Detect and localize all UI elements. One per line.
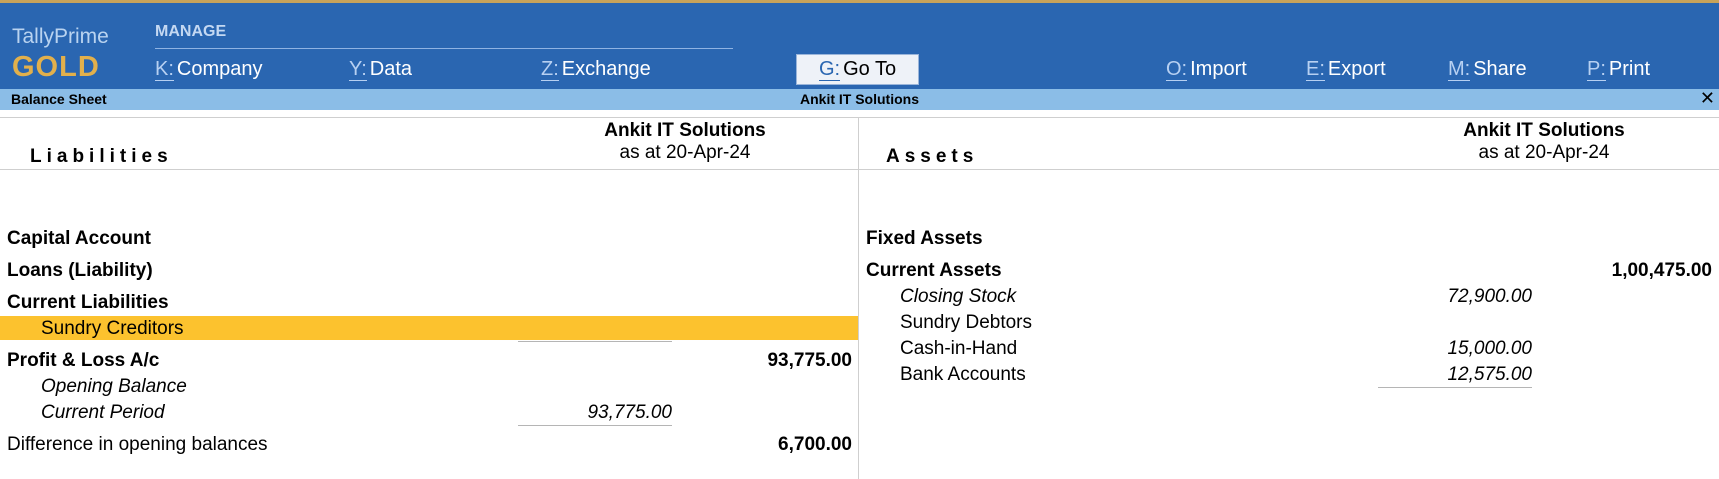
go-to-button[interactable]: G: Go To <box>796 54 919 85</box>
titlebar-company: Ankit IT Solutions <box>800 91 919 107</box>
row-capital-account[interactable]: Capital Account <box>7 228 151 250</box>
brand-tier: GOLD <box>12 51 100 83</box>
menu-company-label: Company <box>176 58 263 80</box>
menu-data[interactable]: Y: Data <box>349 58 412 81</box>
closing-stock-amount: 72,900.00 <box>1447 286 1532 307</box>
row-sundry-debtors[interactable]: Sundry Debtors <box>900 312 1032 334</box>
menu-share-label: Share <box>1473 58 1527 80</box>
row-difference-opening-balances[interactable]: Difference in opening balances <box>7 434 268 456</box>
go-to-shortcut: G: <box>819 58 841 81</box>
menu-company-shortcut: K: <box>155 58 174 81</box>
menu-export-shortcut: E: <box>1306 58 1325 81</box>
row-loans-liability[interactable]: Loans (Liability) <box>7 260 153 282</box>
header-bottom-divider <box>0 169 1719 170</box>
liabilities-company-header: Ankit IT Solutions as at 20-Apr-24 <box>585 120 785 164</box>
row-opening-balance[interactable]: Opening Balance <box>41 376 187 398</box>
current-period-underline <box>518 425 672 426</box>
go-to-label: Go To <box>843 58 897 80</box>
menu-import[interactable]: O: Import <box>1166 58 1247 81</box>
manage-section-label: MANAGE <box>155 23 227 40</box>
row-current-liabilities[interactable]: Current Liabilities <box>7 292 169 314</box>
assets-company-header: Ankit IT Solutions as at 20-Apr-24 <box>1444 120 1644 164</box>
menu-exchange-shortcut: Z: <box>541 58 559 81</box>
assets-heading: Assets <box>886 146 979 167</box>
liabilities-company-name: Ankit IT Solutions <box>604 120 766 141</box>
liabilities-heading: Liabilities <box>30 146 173 167</box>
brand-name: TallyPrime <box>12 25 109 48</box>
row-profit-loss[interactable]: Profit & Loss A/c <box>7 350 159 372</box>
assets-company-name: Ankit IT Solutions <box>1463 120 1625 141</box>
sundry-creditors-underline <box>518 341 672 342</box>
menu-share-shortcut: M: <box>1448 58 1471 81</box>
row-closing-stock[interactable]: Closing Stock <box>900 286 1016 308</box>
row-bank-accounts[interactable]: Bank Accounts <box>900 364 1026 386</box>
current-period-amount: 93,775.00 <box>587 402 672 423</box>
top-header: TallyPrime GOLD MANAGE K: Company Y: Data … <box>0 3 1719 89</box>
row-current-assets[interactable]: Current Assets <box>866 260 1002 282</box>
liabilities-date: as at 20-Apr-24 <box>619 142 751 163</box>
report-titlebar: Balance Sheet Ankit IT Solutions ✕ <box>0 88 1719 110</box>
menu-print[interactable]: P: Print <box>1587 58 1650 81</box>
bank-accounts-amount: 12,575.00 <box>1447 364 1532 385</box>
profit-loss-amount: 93,775.00 <box>767 350 852 371</box>
row-fixed-assets[interactable]: Fixed Assets <box>866 228 983 250</box>
assets-date: as at 20-Apr-24 <box>1478 142 1610 163</box>
row-sundry-creditors[interactable]: Sundry Creditors <box>41 318 184 340</box>
menu-exchange[interactable]: Z: Exchange <box>541 58 651 81</box>
menu-data-label: Data <box>369 58 413 80</box>
close-icon[interactable]: ✕ <box>1700 88 1715 109</box>
menu-company[interactable]: K: Company <box>155 58 263 81</box>
column-divider <box>858 117 859 479</box>
menu-print-label: Print <box>1608 58 1651 80</box>
manage-divider <box>155 48 733 49</box>
menu-import-label: Import <box>1190 58 1247 80</box>
menu-print-shortcut: P: <box>1587 58 1606 81</box>
header-top-divider <box>0 117 1719 118</box>
row-current-period[interactable]: Current Period <box>41 402 165 424</box>
menu-share[interactable]: M: Share <box>1448 58 1527 81</box>
row-cash-in-hand[interactable]: Cash-in-Hand <box>900 338 1017 360</box>
menu-export[interactable]: E: Export <box>1306 58 1386 81</box>
menu-data-shortcut: Y: <box>349 58 367 81</box>
difference-amount: 6,700.00 <box>778 434 852 455</box>
menu-export-label: Export <box>1327 58 1386 80</box>
menu-import-shortcut: O: <box>1166 58 1188 81</box>
current-assets-amount: 1,00,475.00 <box>1611 260 1712 281</box>
cash-in-hand-amount: 15,000.00 <box>1447 338 1532 359</box>
bank-accounts-underline <box>1378 387 1532 388</box>
menu-exchange-label: Exchange <box>561 58 651 80</box>
